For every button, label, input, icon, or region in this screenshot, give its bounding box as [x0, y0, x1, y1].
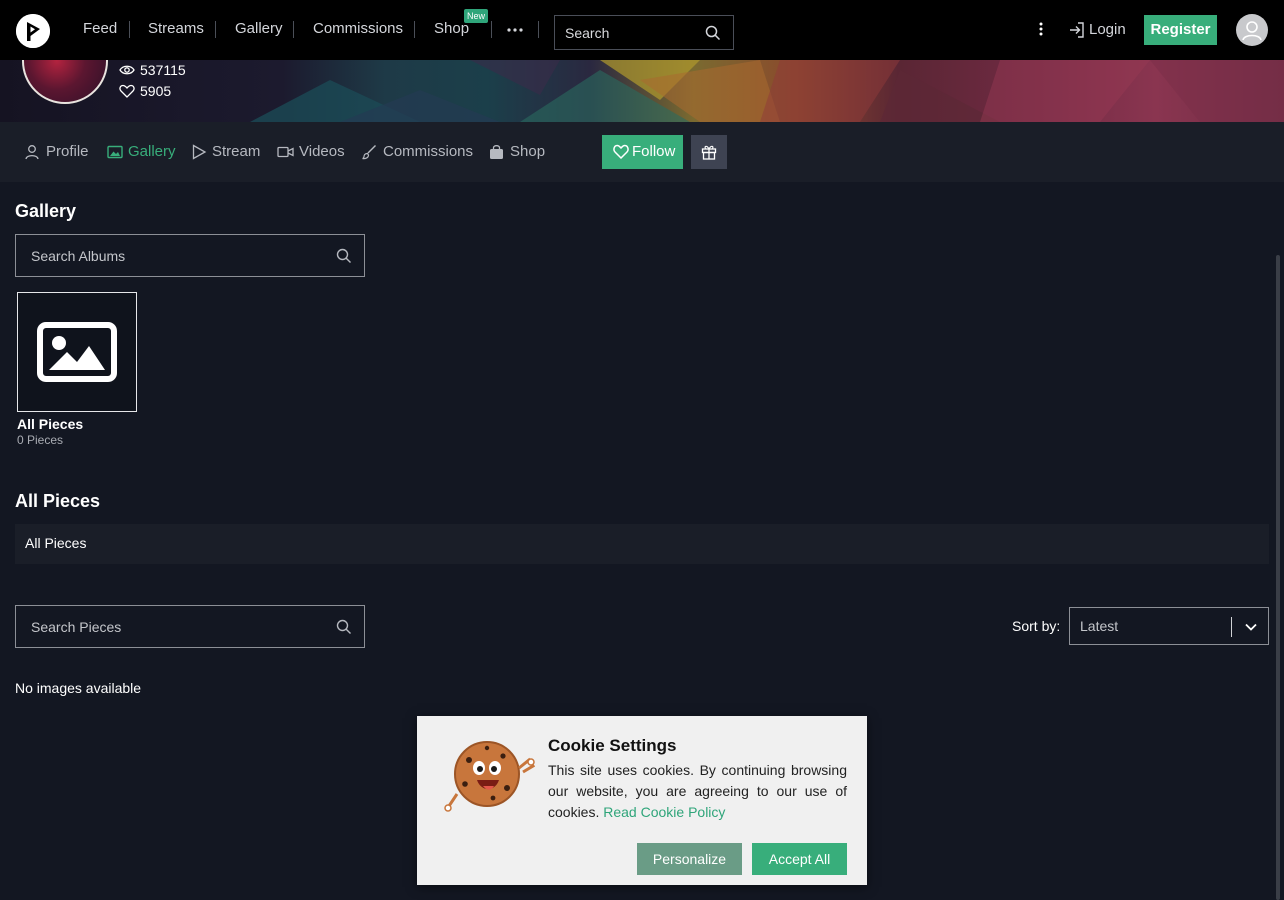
user-icon [25, 145, 39, 160]
cookie-policy-link[interactable]: Read Cookie Policy [603, 804, 725, 820]
tab-shop-label: Shop [510, 143, 546, 160]
nav-divider [215, 21, 216, 38]
image-placeholder-icon [37, 322, 117, 382]
album-search-input[interactable] [31, 247, 321, 265]
album-title[interactable]: All Pieces [17, 416, 83, 432]
nav-streams[interactable]: Streams [148, 20, 204, 38]
more-horizontal-icon[interactable] [506, 21, 524, 39]
cookie-mascot-icon [444, 741, 536, 812]
nav-divider [491, 21, 492, 38]
tab-stream[interactable]: Stream [191, 143, 261, 161]
tab-commissions[interactable]: Commissions [361, 143, 474, 161]
nav-divider [129, 21, 130, 38]
search-icon[interactable] [705, 25, 721, 41]
nav-gallery[interactable]: Gallery [235, 20, 283, 38]
follow-button[interactable]: Follow [602, 135, 683, 169]
nav-divider [414, 21, 415, 38]
breadcrumb-item[interactable]: All Pieces [25, 535, 86, 551]
site-search-input[interactable] [565, 24, 695, 42]
pieces-search [15, 605, 365, 648]
profile-banner: 537115 5905 [0, 60, 1284, 122]
cookie-dialog: Cookie Settings This site uses cookies. … [417, 716, 867, 885]
cookie-text: This site uses cookies. By continuing br… [548, 760, 847, 823]
album-piece-count: 0 Pieces [17, 433, 64, 447]
sort-label: Sort by: [1012, 618, 1061, 634]
kebab-menu-icon[interactable] [1034, 20, 1048, 38]
sort-select[interactable]: Latest [1069, 607, 1269, 645]
heart-icon [613, 144, 629, 159]
heart-icon [119, 84, 135, 98]
login-label: Login [1089, 21, 1126, 38]
tab-gallery[interactable]: Gallery [107, 143, 176, 161]
login-icon [1070, 22, 1084, 38]
top-navbar: Feed Streams Gallery Commissions Shop Ne… [0, 0, 1284, 60]
breadcrumb: All Pieces [15, 524, 1269, 564]
tab-commissions-label: Commissions [383, 143, 474, 160]
image-icon [107, 145, 123, 159]
register-button[interactable]: Register [1144, 15, 1217, 45]
logo-icon [16, 14, 50, 48]
album-search [15, 234, 365, 277]
nav-divider [293, 21, 294, 38]
nav-divider [538, 21, 539, 38]
gift-button[interactable] [691, 135, 727, 169]
brush-icon [362, 145, 376, 160]
nav-commissions[interactable]: Commissions [313, 20, 403, 38]
pieces-search-input[interactable] [31, 618, 321, 636]
tab-shop[interactable]: Shop [489, 143, 545, 161]
site-logo[interactable] [16, 14, 50, 48]
views-count: 537115 [140, 62, 186, 78]
bag-icon [490, 145, 503, 159]
sort-value: Latest [1080, 618, 1119, 634]
tab-videos[interactable]: Videos [277, 143, 345, 161]
tab-profile[interactable]: Profile [24, 143, 89, 161]
search-icon[interactable] [336, 248, 352, 264]
album-card-all-pieces[interactable] [17, 292, 137, 412]
follow-label: Follow [632, 143, 676, 160]
nav-feed[interactable]: Feed [83, 20, 117, 38]
tab-profile-label: Profile [46, 143, 89, 160]
nav-shop[interactable]: Shop [434, 20, 469, 38]
likes-count: 5905 [140, 83, 172, 99]
new-badge: New [464, 9, 488, 23]
pieces-title: All Pieces [15, 491, 101, 511]
play-icon [192, 144, 207, 160]
user-avatar-icon [1242, 21, 1262, 41]
empty-state-message: No images available [15, 680, 142, 696]
chevron-down-icon [1245, 623, 1257, 631]
user-avatar-button[interactable] [1236, 14, 1268, 46]
eye-icon [119, 65, 135, 75]
select-divider [1231, 617, 1232, 637]
search-icon[interactable] [336, 619, 352, 635]
personalize-button[interactable]: Personalize [637, 843, 742, 875]
page-scrollbar[interactable] [1276, 255, 1280, 900]
tab-videos-label: Videos [299, 143, 345, 160]
video-icon [277, 146, 294, 158]
accept-all-button[interactable]: Accept All [752, 843, 847, 875]
gallery-title: Gallery [15, 201, 77, 221]
gift-icon [701, 145, 717, 160]
banner-art [250, 60, 1284, 122]
tab-stream-label: Stream [212, 143, 261, 160]
site-search [554, 15, 734, 50]
cookie-title: Cookie Settings [548, 736, 677, 755]
profile-subnav: Profile Gallery Stream Videos Commission… [0, 122, 1284, 182]
tab-gallery-label: Gallery [128, 143, 176, 160]
